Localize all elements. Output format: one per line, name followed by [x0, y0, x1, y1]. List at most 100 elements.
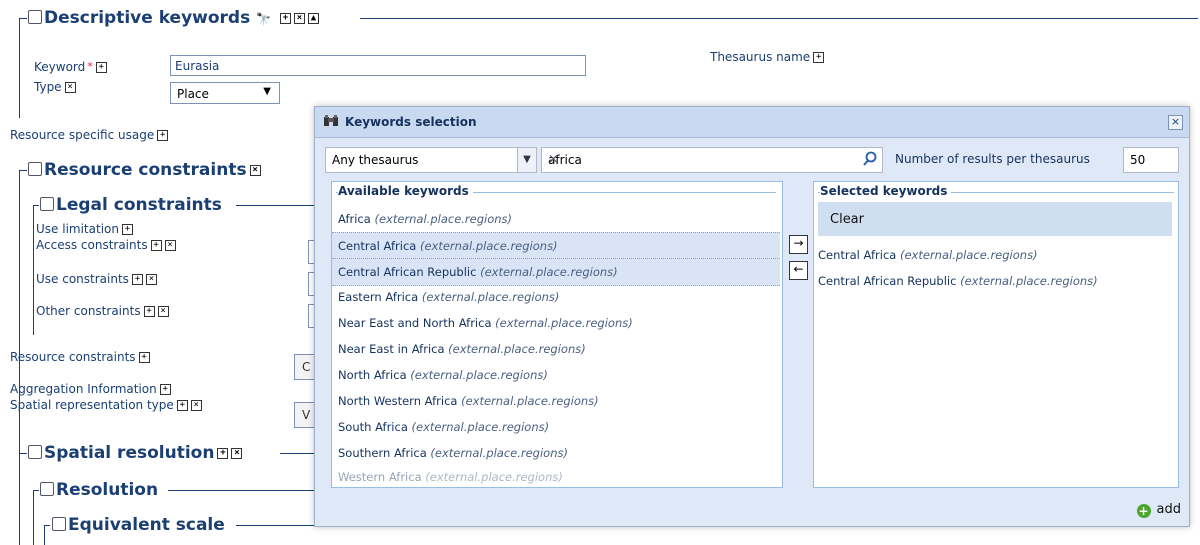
remove-icon[interactable]: ×: [249, 164, 261, 176]
section-checkbox[interactable]: [52, 517, 66, 531]
keyword-name: Southern Africa: [338, 446, 427, 460]
clear-button[interactable]: Clear: [818, 202, 1172, 236]
move-right-arrow-icon[interactable]: →: [789, 235, 808, 254]
list-item[interactable]: Near East in Africa (external.place.regi…: [332, 336, 780, 362]
keyword-name: Central Africa: [338, 239, 417, 253]
available-keywords-heading: Available keywords: [338, 184, 473, 198]
selected-keyword-item[interactable]: Central African Republic (external.place…: [818, 274, 1098, 288]
list-item[interactable]: Western Africa (external.place.regions): [332, 464, 780, 484]
section-legal-constraints: Legal constraints: [40, 195, 222, 215]
thesaurus-name-label: Thesaurus name +: [710, 50, 825, 64]
add-icon[interactable]: +: [159, 384, 171, 395]
results-per-thesaurus-label: Number of results per thesaurus: [895, 152, 1090, 166]
type-select[interactable]: Place ▼: [170, 82, 280, 104]
keyword-label: Keyword * +: [34, 60, 107, 74]
keyword-thesaurus: (external.place.regions): [899, 248, 1038, 262]
keyword-name: North Western Africa: [338, 394, 458, 408]
add-icon[interactable]: +: [157, 130, 169, 141]
close-icon[interactable]: ×: [1168, 115, 1183, 130]
use-constraints-label: Use constraints + ×: [36, 272, 157, 286]
remove-icon[interactable]: ×: [145, 274, 157, 285]
keyword-name: Eastern Africa: [338, 290, 419, 304]
type-label: Type ×: [34, 80, 76, 94]
results-value: 50: [1130, 153, 1146, 167]
keyword-thesaurus: (external.place.regions): [419, 239, 558, 253]
remove-icon[interactable]: ×: [157, 306, 169, 317]
thesaurus-select[interactable]: Any thesaurus ▼: [325, 147, 537, 173]
keywords-selection-dialog: Keywords selection × Any thesaurus ▼ afr…: [314, 106, 1190, 527]
move-left-arrow-icon[interactable]: ←: [789, 261, 808, 280]
list-item[interactable]: Africa (external.place.regions): [332, 206, 780, 232]
remove-icon[interactable]: ×: [294, 12, 306, 24]
list-item[interactable]: North Africa (external.place.regions): [332, 362, 780, 388]
search-icon[interactable]: [862, 151, 878, 167]
resource-constraints-button[interactable]: C: [294, 354, 315, 380]
keyword-thesaurus: (external.place.regions): [495, 316, 633, 330]
add-button[interactable]: + add: [1136, 502, 1181, 518]
add-icon[interactable]: +: [95, 62, 107, 73]
keyword-name: Central African Republic: [338, 265, 477, 279]
add-icon[interactable]: +: [150, 240, 162, 251]
section-equivalent-scale: Equivalent scale: [52, 515, 225, 535]
chevron-down-icon[interactable]: ▼: [517, 148, 536, 172]
keyword-thesaurus: (external.place.regions): [448, 342, 586, 356]
section-checkbox[interactable]: [28, 10, 42, 24]
section-checkbox[interactable]: [40, 482, 54, 496]
resource-constraints-label: Resource constraints +: [10, 350, 150, 364]
add-icon[interactable]: +: [131, 274, 143, 285]
list-item[interactable]: Central African Republic (external.place…: [332, 258, 780, 286]
section-resource-constraints: Resource constraints ×: [28, 160, 261, 180]
section-title: Descriptive keywords: [44, 8, 251, 28]
remove-icon[interactable]: ×: [64, 82, 76, 93]
add-icon[interactable]: +: [813, 52, 825, 63]
collapse-icon[interactable]: ▲: [308, 12, 320, 24]
add-icon[interactable]: +: [138, 352, 150, 363]
remove-icon[interactable]: ×: [190, 400, 202, 411]
add-icon[interactable]: +: [121, 224, 133, 235]
keyword-name: Near East and North Africa: [338, 316, 492, 330]
list-item[interactable]: Central Africa (external.place.regions): [332, 232, 780, 260]
results-per-thesaurus-input[interactable]: 50: [1123, 147, 1179, 173]
use-limitation-label: Use limitation +: [36, 222, 133, 236]
aggregation-information-label: Aggregation Information +: [10, 382, 171, 396]
dialog-titlebar[interactable]: Keywords selection ×: [315, 107, 1189, 138]
selected-keywords-panel: Selected keywords Clear Central Africa (…: [813, 181, 1179, 488]
keyword-thesaurus: (external.place.regions): [411, 420, 550, 434]
keyword-name: Central African Republic: [818, 274, 957, 288]
add-icon[interactable]: +: [217, 447, 229, 459]
list-item[interactable]: North Western Africa (external.place.reg…: [332, 388, 780, 414]
section-descriptive-keywords: Descriptive keywords 🔭 + × ▲: [28, 8, 320, 28]
other-constraints-label: Other constraints + ×: [36, 304, 169, 318]
keyword-input[interactable]: Eurasia: [170, 55, 586, 76]
spatial-representation-button[interactable]: V: [294, 402, 315, 428]
add-label: add: [1156, 502, 1181, 517]
keyword-search-input[interactable]: africa ×: [541, 147, 883, 173]
keyword-thesaurus: (external.place.regions): [960, 274, 1098, 288]
section-checkbox[interactable]: [40, 197, 54, 211]
remove-icon[interactable]: ×: [164, 240, 176, 251]
list-item[interactable]: South Africa (external.place.regions): [332, 414, 780, 440]
add-circle-icon: +: [1136, 504, 1151, 518]
keyword-thesaurus: (external.place.regions): [410, 368, 548, 382]
clear-search-icon[interactable]: ×: [548, 152, 858, 167]
keyword-name: Near East in Africa: [338, 342, 445, 356]
add-icon[interactable]: +: [176, 400, 188, 411]
resource-specific-usage-label: Resource specific usage +: [10, 128, 169, 142]
binoculars-icon[interactable]: 🔭: [256, 12, 271, 26]
add-icon[interactable]: +: [280, 12, 292, 24]
remove-icon[interactable]: ×: [231, 447, 243, 459]
list-item[interactable]: Southern Africa (external.place.regions): [332, 440, 780, 466]
keyword-name: Central Africa: [818, 248, 897, 262]
selected-keyword-item[interactable]: Central Africa (external.place.regions): [818, 248, 1038, 262]
binoculars-icon: [324, 115, 338, 126]
list-item[interactable]: Eastern Africa (external.place.regions): [332, 284, 780, 310]
chevron-down-icon: ▼: [263, 86, 271, 97]
keyword-name: North Africa: [338, 368, 407, 382]
add-icon[interactable]: +: [143, 306, 155, 317]
keyword-thesaurus: (external.place.regions): [421, 290, 560, 304]
section-resolution: Resolution: [40, 480, 158, 500]
section-checkbox[interactable]: [28, 162, 42, 176]
list-item[interactable]: Near East and North Africa (external.pla…: [332, 310, 780, 336]
section-checkbox[interactable]: [28, 445, 42, 459]
access-constraints-label: Access constraints + ×: [36, 238, 176, 252]
